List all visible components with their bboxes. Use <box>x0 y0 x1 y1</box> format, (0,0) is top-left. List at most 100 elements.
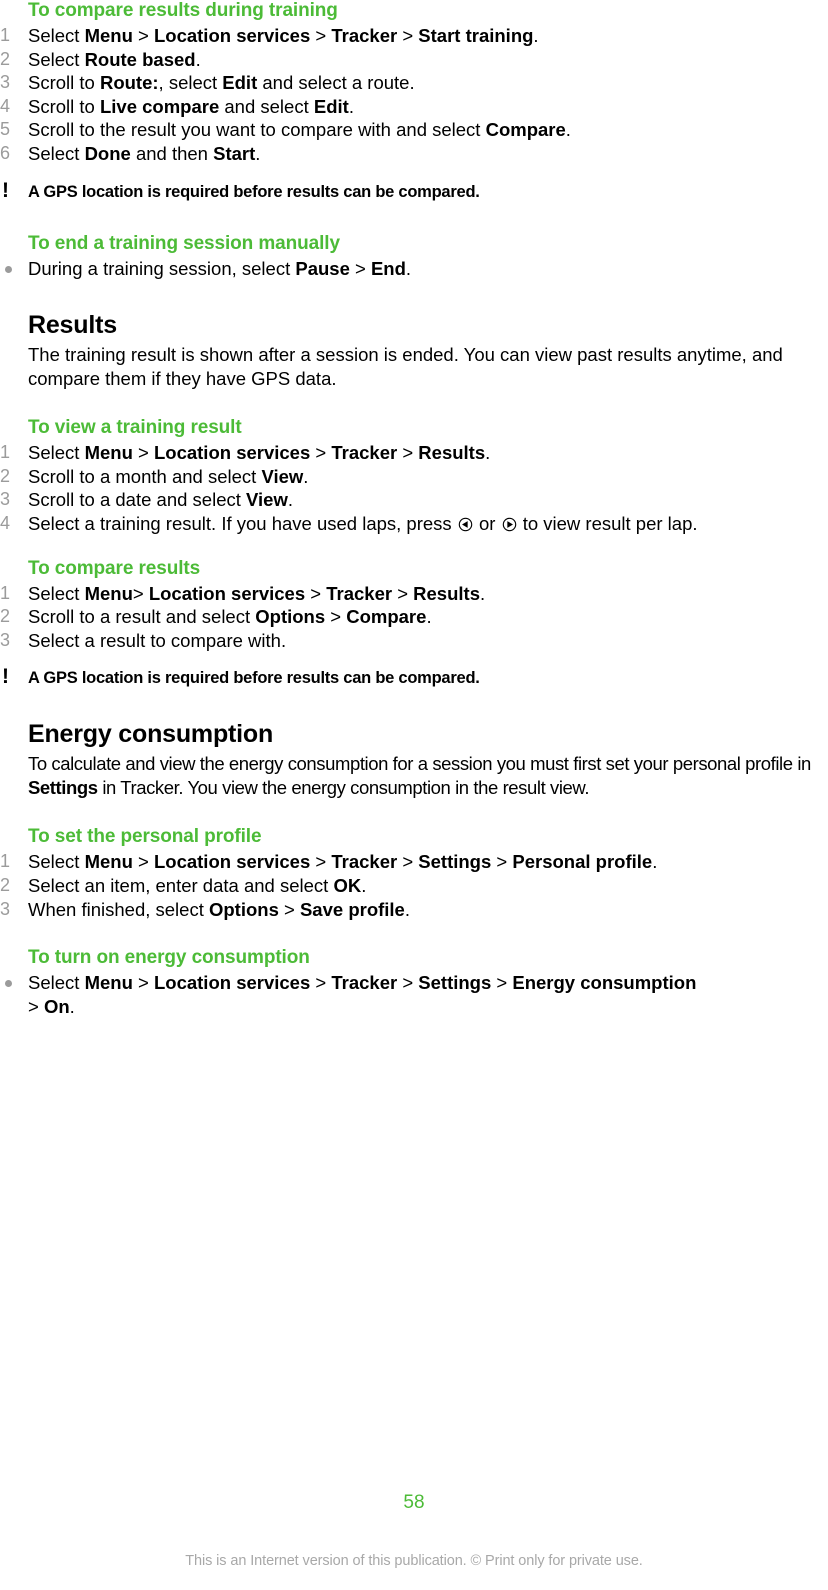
text-run: . <box>652 851 658 873</box>
step-text: Select Menu > Location services > Tracke… <box>28 972 696 1017</box>
bold-term: Start <box>213 142 256 164</box>
text-run: > <box>28 995 44 1017</box>
list-item: 1 Select Menu > Location services > Track… <box>0 24 828 48</box>
steps-compare-results-during-training: 1 Select Menu > Location services > Track… <box>0 24 828 166</box>
step-text: Select Menu > Location services > Tracke… <box>28 851 657 872</box>
text-run: Select <box>28 25 85 46</box>
list-item: 3 Select a result to compare with. <box>0 629 828 653</box>
list-item: 2 Select an item, enter data and select O… <box>0 874 828 898</box>
text-run: > <box>310 25 332 46</box>
text-run: Select <box>28 48 85 70</box>
bold-term: Menu <box>84 442 133 464</box>
steps-view-training-result-step4: 4 Select a training result. If you have … <box>0 512 828 536</box>
step-number: 3 <box>0 72 11 93</box>
step-text: Select a result to compare with. <box>28 630 286 651</box>
text-run: Scroll to the result you want to compare… <box>28 119 486 141</box>
text-run: Select <box>28 442 85 464</box>
heading-turn-on-energy-consumption: To turn on energy consumption <box>28 947 310 969</box>
text-run: During a training session, select <box>28 257 296 279</box>
bold-term: Pause <box>295 257 350 279</box>
bold-term: OK <box>333 874 362 896</box>
nav-key-left-icon <box>458 514 473 532</box>
bold-term: Location services <box>153 851 311 873</box>
text-run: . <box>404 898 410 920</box>
step-text: Select Done and then Start. <box>28 143 260 164</box>
paragraph-results: The training result is shown after a ses… <box>28 344 783 390</box>
bold-term: On <box>43 995 70 1017</box>
text-run: > <box>310 442 332 464</box>
text-run: > <box>325 606 347 628</box>
step-text-middle: or <box>473 512 501 534</box>
text-run: Scroll to <box>28 95 100 117</box>
step-text: Scroll to a date and select View. <box>28 489 293 510</box>
bold-term: Route: <box>99 72 159 94</box>
text-run: > <box>132 972 154 994</box>
step-text: Select an item, enter data and select OK… <box>28 875 366 896</box>
exclamation-icon: ! <box>2 178 9 202</box>
bold-term: End <box>370 257 406 279</box>
step-number: 4 <box>0 512 11 533</box>
step-text: Select a training result. If you have us… <box>28 513 698 534</box>
step-number: 2 <box>0 48 11 69</box>
step-number: 1 <box>0 851 11 872</box>
bold-term: Location services <box>153 972 311 994</box>
text-run: > <box>491 851 513 873</box>
page-number: 58 <box>403 1492 425 1513</box>
heading-compare-results: To compare results <box>28 557 201 579</box>
bold-term: Location services <box>148 582 306 604</box>
text-run: . <box>361 874 367 896</box>
text-run: and select <box>219 95 314 117</box>
step-text-before: Select a training result. If you have us… <box>28 512 457 534</box>
text-run: > <box>310 851 332 873</box>
steps-turn-on-energy-consumption: Select Menu > Location services > Tracke… <box>0 971 828 1018</box>
text-run: . <box>287 489 293 511</box>
text-run: > <box>305 582 327 604</box>
step-text: When finished, select Options > Save pro… <box>28 899 410 920</box>
text-run: and select a route. <box>257 72 415 94</box>
bold-term: Menu <box>84 582 133 604</box>
text-run: > <box>310 972 332 994</box>
bold-term: Start training <box>418 25 534 46</box>
step-text: Select Menu > Location services > Tracke… <box>28 25 539 46</box>
heading-view-training-result: To view a training result <box>28 417 242 439</box>
bold-term: Location services <box>153 25 311 46</box>
heading-compare-results-during-training: To compare results during training <box>28 0 338 21</box>
heading-end-training-session-manually: To end a training session manually <box>28 232 340 254</box>
step-number: 2 <box>0 874 11 895</box>
list-item: 2 Scroll to a month and select View. <box>0 465 828 489</box>
text-run: . <box>69 995 75 1017</box>
step-number: 1 <box>0 25 11 45</box>
list-item: 6 Select Done and then Start. <box>0 142 828 166</box>
text-run: and then <box>130 142 214 164</box>
bold-term: Results <box>413 582 480 604</box>
text-run: When finished, select <box>28 898 209 920</box>
bold-term: Tracker <box>331 25 398 46</box>
bold-term: Location services <box>153 442 311 464</box>
list-item: 1 Select Menu > Location services > Track… <box>0 441 828 465</box>
text-run: in Tracker. You view the energy consumpt… <box>97 777 590 799</box>
step-number: 4 <box>0 95 11 116</box>
step-text: Select Menu> Location services > Tracker… <box>28 583 485 604</box>
text-run: > <box>132 851 154 873</box>
step-text: Select Menu > Location services > Tracke… <box>28 442 490 463</box>
text-run: Scroll to a result and select <box>28 606 256 628</box>
step-text: Scroll to Live compare and select Edit. <box>28 96 354 117</box>
text-run: > <box>349 257 371 279</box>
note-text: A GPS location is required before result… <box>28 182 480 201</box>
bold-term: View <box>261 465 304 487</box>
bold-term: Compare <box>485 119 566 141</box>
nav-key-right-icon <box>502 514 517 532</box>
list-item: Select Menu > Location services > Tracke… <box>0 971 828 1018</box>
text-run: Select <box>28 851 85 873</box>
note-gps-required-1: ! A GPS location is required before resu… <box>0 178 828 203</box>
step-text: Scroll to Route:, select Edit and select… <box>28 72 415 93</box>
bold-term: Edit <box>222 72 258 94</box>
list-item: 4 Select a training result. If you have … <box>0 512 828 536</box>
bold-term: Results <box>418 442 486 464</box>
list-item: 4 Scroll to Live compare and select Edit. <box>0 95 828 119</box>
step-number: 1 <box>0 442 11 463</box>
bold-term: Options <box>255 606 326 628</box>
bold-term: Energy consumption <box>512 972 697 994</box>
step-number: 2 <box>0 465 11 486</box>
step-text: Select Route based. <box>28 49 201 70</box>
